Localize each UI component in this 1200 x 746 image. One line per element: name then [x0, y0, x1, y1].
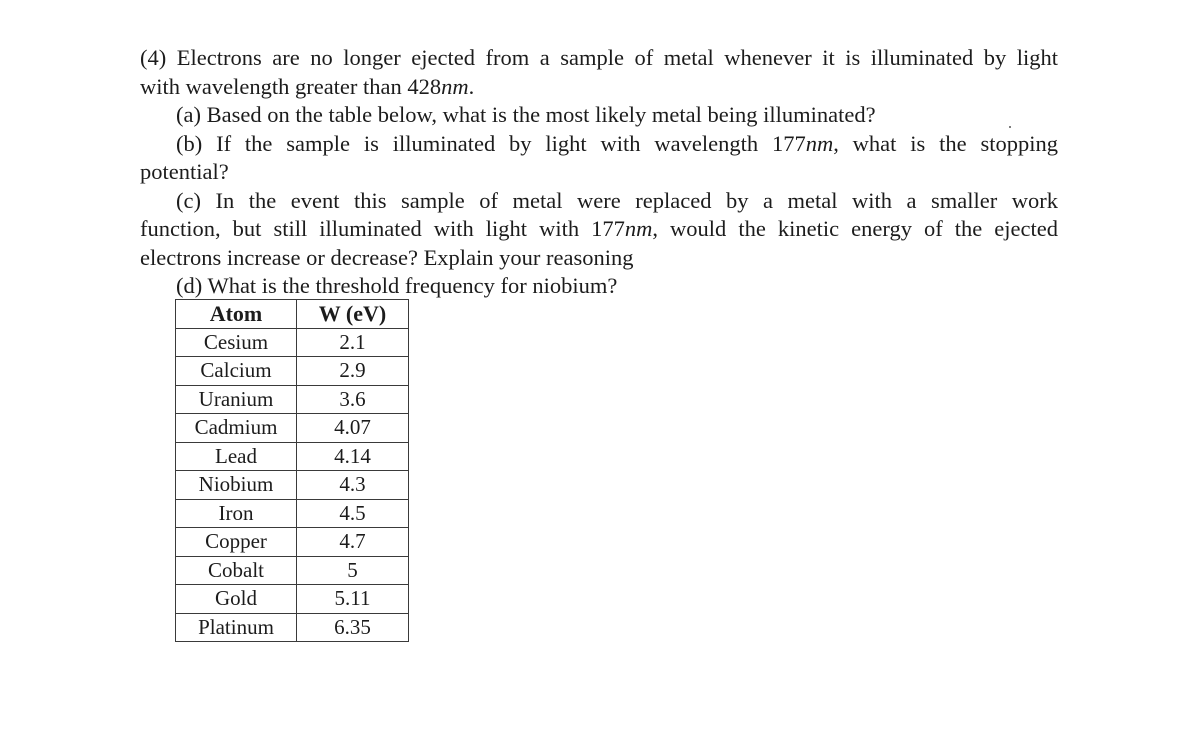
intro-line-1: (4) Electrons are no longer ejected from… [140, 44, 1058, 73]
unit-nm: nm [624, 216, 653, 241]
table-row: Platinum 6.35 [175, 612, 409, 642]
work-function-cell: 2.1 [296, 327, 409, 357]
unit-nm: nm [805, 130, 834, 156]
header-work-function: W (eV) [296, 299, 409, 329]
table-row: Copper 4.7 [175, 527, 409, 557]
atom-cell: Copper [175, 527, 297, 557]
part-b-text: (b) If the sample is illuminated by ligh… [176, 130, 806, 156]
table-row: Lead 4.14 [175, 441, 409, 471]
atom-cell: Lead [175, 441, 297, 471]
work-function-table: Atom W (eV) Cesium 2.1 Calcium 2.9 Uranium 3.… [175, 299, 409, 642]
work-function-cell: 4.07 [296, 413, 409, 443]
atom-cell: Gold [175, 584, 297, 614]
stray-dot-mark [1009, 126, 1011, 128]
atom-cell: Cesium [175, 327, 297, 357]
part-c-line-3: electrons increase or decrease? Explain … [140, 244, 634, 270]
part-a: (a) Based on the table below, what is th… [176, 102, 876, 127]
atom-cell: Cadmium [175, 413, 297, 443]
table-row: Uranium 3.6 [175, 384, 409, 414]
atom-cell: Platinum [175, 612, 297, 642]
intro-text-2: with wavelength greater than 428 [140, 73, 442, 99]
part-c-line-2: function, but still illuminated with lig… [140, 215, 1058, 244]
work-function-cell: 4.3 [296, 470, 409, 500]
work-function-cell: 5.11 [296, 584, 409, 614]
table-row: Cesium 2.1 [175, 327, 409, 357]
table-body: Cesium 2.1 Calcium 2.9 Uranium 3.6 Cadmium 4.07… [175, 327, 409, 642]
part-c-text-2: , would the kinetic energy of the ejecte… [652, 216, 1058, 241]
atom-cell: Uranium [175, 384, 297, 414]
part-c-text: function, but still illuminated with lig… [140, 216, 625, 241]
problem-text: (4) Electrons are no longer ejected from… [140, 44, 1058, 301]
table-row: Iron 4.5 [175, 498, 409, 528]
punct: . [468, 73, 475, 99]
table-row: Niobium 4.3 [175, 470, 409, 500]
table-row: Calcium 2.9 [175, 356, 409, 386]
work-function-cell: 2.9 [296, 356, 409, 386]
atom-cell: Niobium [175, 470, 297, 500]
header-atom: Atom [175, 299, 297, 329]
problem-number: (4) [140, 45, 167, 70]
work-function-cell: 6.35 [296, 612, 409, 642]
table-row: Gold 5.11 [175, 584, 409, 614]
work-function-cell: 4.7 [296, 527, 409, 557]
intro-line-2: with wavelength greater than 428nm. [140, 73, 1058, 102]
part-b-text-2: , what is the stopping [833, 130, 1058, 156]
part-d: (d) What is the threshold frequency for … [176, 273, 618, 298]
atom-cell: Calcium [175, 356, 297, 386]
part-c-line-1: (c) In the event this sample of metal we… [176, 187, 1058, 213]
table-row: Cobalt 5 [175, 555, 409, 585]
work-function-cell: 4.5 [296, 498, 409, 528]
work-function-cell: 3.6 [296, 384, 409, 414]
atom-cell: Cobalt [175, 555, 297, 585]
work-function-cell: 5 [296, 555, 409, 585]
intro-text: Electrons are no longer ejected from a s… [176, 45, 1059, 70]
unit-nm: nm [441, 73, 469, 99]
part-b-line-1: (b) If the sample is illuminated by ligh… [140, 130, 1058, 159]
atom-cell: Iron [175, 498, 297, 528]
table-row: Cadmium 4.07 [175, 413, 409, 443]
work-function-cell: 4.14 [296, 441, 409, 471]
part-b-line-2: potential? [140, 159, 229, 184]
table-header-row: Atom W (eV) [175, 299, 409, 329]
